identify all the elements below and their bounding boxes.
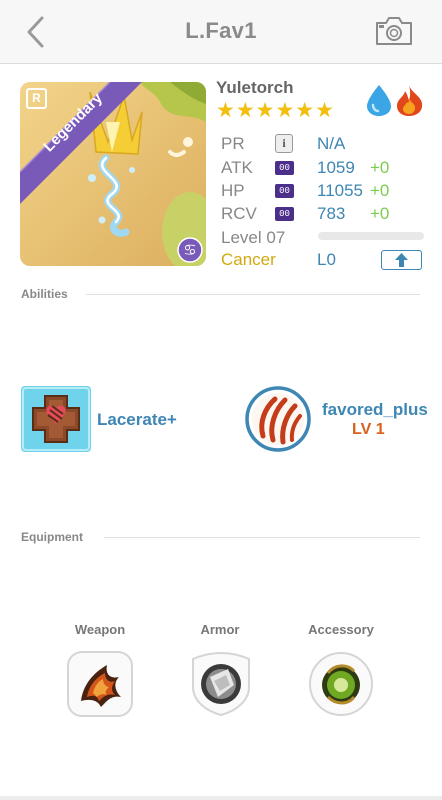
rarity-letter: R [32, 91, 41, 105]
accessory-slot[interactable] [308, 651, 374, 717]
water-drop-icon [367, 85, 391, 116]
bottom-edge [0, 796, 442, 800]
element-icons [364, 83, 426, 117]
atk-plus: +0 [370, 158, 390, 177]
stat-row-atk: ATK 00 1059 +0 [221, 156, 426, 180]
skill-lacerate-icon[interactable] [21, 386, 91, 452]
camera-icon [376, 17, 412, 45]
abilities-divider [86, 294, 420, 295]
rcv-value: 783 [317, 204, 346, 223]
rcv-plus: +0 [370, 204, 390, 223]
equipment-divider [104, 537, 420, 538]
pr-value: N/A [317, 134, 346, 153]
rcv-badge: 00 [275, 207, 294, 221]
accessory-label: Accessory [308, 622, 374, 637]
equipment-heading: Equipment [21, 530, 83, 544]
stat-row-rcv: RCV 00 783 +0 [221, 202, 426, 226]
hp-value: 11055 [317, 181, 364, 200]
zodiac-sign: Cancer [221, 250, 276, 269]
cancer-sign-icon: ♋ [183, 241, 197, 259]
card-name: Yuletorch [216, 78, 294, 97]
weapon-label: Weapon [74, 622, 126, 637]
atk-label: ATK [221, 158, 253, 177]
hp-label: HP [221, 181, 245, 200]
level-label: Level 07 [221, 228, 286, 247]
abilities-heading: Abilities [21, 287, 68, 301]
stat-row-hp: HP 00 11055 +0 [221, 179, 426, 203]
skill-name[interactable]: Lacerate+ [97, 410, 177, 430]
rcv-label: RCV [221, 204, 257, 223]
armor-slot[interactable] [188, 651, 254, 717]
upgrade-button[interactable] [381, 250, 422, 270]
star-rating: ★★★★★★ [216, 99, 335, 122]
weapon-claw-icon [67, 651, 133, 717]
camera-button[interactable] [374, 14, 414, 48]
passive-claw-icon[interactable] [245, 386, 311, 452]
pr-label: PR [221, 134, 245, 153]
armor-shield-icon [192, 651, 250, 717]
passive-level: LV 1 [352, 421, 385, 438]
info-icon[interactable]: i [275, 134, 293, 153]
atk-badge: 00 [275, 161, 294, 175]
card-portrait[interactable]: R Legendary ♋ [20, 82, 206, 266]
hp-plus: +0 [370, 181, 390, 200]
limit-break-value: L0 [317, 250, 336, 269]
weapon-slot[interactable] [67, 651, 133, 717]
armor-label: Armor [200, 622, 240, 637]
hp-badge: 00 [275, 184, 294, 198]
accessory-orb-icon [309, 652, 373, 716]
arrow-up-icon [395, 253, 408, 267]
fire-icon [397, 85, 423, 116]
atk-value: 1059 [317, 158, 355, 177]
level-progress-bar [318, 232, 424, 240]
top-bar: L.Fav1 [0, 0, 442, 64]
passive-name[interactable]: favored_plus [322, 400, 428, 420]
stat-row-pr: PR i N/A [221, 132, 426, 156]
